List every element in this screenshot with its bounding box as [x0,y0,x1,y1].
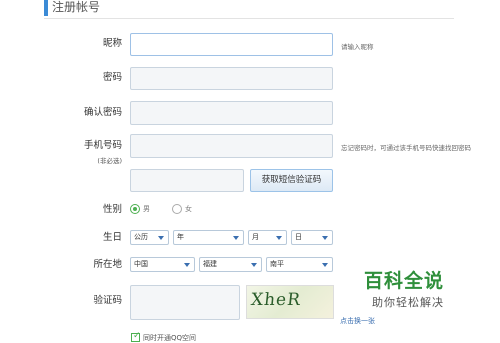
gender-male-radio[interactable] [130,204,140,214]
country-value: 中国 [134,260,148,268]
refresh-captcha-link[interactable]: 点击换一张 [340,316,375,326]
birthday-label: 生日 [102,232,122,243]
captcha-input[interactable] [130,285,240,320]
watermark-title: 百科全说 [364,270,445,292]
province-value: 福建 [203,260,217,268]
watermark-subtitle: 助你轻松解决 [372,296,444,309]
section-divider [44,18,454,19]
birth-year-value: 年 [177,233,184,241]
sms-code-input[interactable] [130,169,244,192]
check-icon: ✓ [133,331,141,341]
birth-day-select[interactable]: 日 [291,230,333,245]
gender-female-label: 女 [185,205,192,213]
chevron-down-icon [158,236,164,240]
chevron-down-icon [322,236,328,240]
open-qzone-checkbox[interactable]: ✓ [131,331,141,342]
confirm-password-input[interactable] [130,101,333,125]
city-value: 南平 [270,260,284,268]
section-title: 注册帐号 [52,0,101,14]
confirm-password-label: 确认密码 [83,107,122,118]
birth-month-value: 月 [252,233,259,241]
phone-hint: 忘记密码时，可通过该手机号码快速找回密码 [341,144,471,152]
chevron-down-icon [233,236,239,240]
gender-label: 性别 [102,204,122,215]
province-select[interactable]: 福建 [199,257,262,272]
captcha-image[interactable]: XheR [246,285,334,319]
phone-label: 手机号码 [83,140,122,151]
country-select[interactable]: 中国 [130,257,195,272]
nickname-label: 昵称 [102,38,122,49]
password-label: 密码 [102,72,122,83]
password-input[interactable] [130,67,333,90]
captcha-label: 验证码 [93,295,122,306]
city-select[interactable]: 南平 [266,257,333,272]
phone-input[interactable] [130,134,333,158]
birth-year-select[interactable]: 年 [173,230,244,245]
section-accent-bar [44,0,48,16]
birth-month-select[interactable]: 月 [248,230,287,245]
birth-day-value: 日 [295,233,302,241]
chevron-down-icon [184,263,190,267]
calendar-type-value: 公历 [134,233,148,241]
gender-male-label: 男 [143,205,150,213]
captcha-image-text: XheR [249,290,302,310]
phone-optional-note: (非必选) [97,157,122,165]
chevron-down-icon [276,236,282,240]
get-sms-code-button[interactable]: 获取短信验证码 [250,169,333,192]
location-label: 所在地 [93,259,122,270]
nickname-hint: 请输入昵称 [341,43,374,51]
gender-female-radio[interactable] [172,204,182,214]
calendar-type-select[interactable]: 公历 [130,230,169,245]
nickname-input[interactable] [130,33,333,56]
chevron-down-icon [251,263,257,267]
chevron-down-icon [322,263,328,267]
